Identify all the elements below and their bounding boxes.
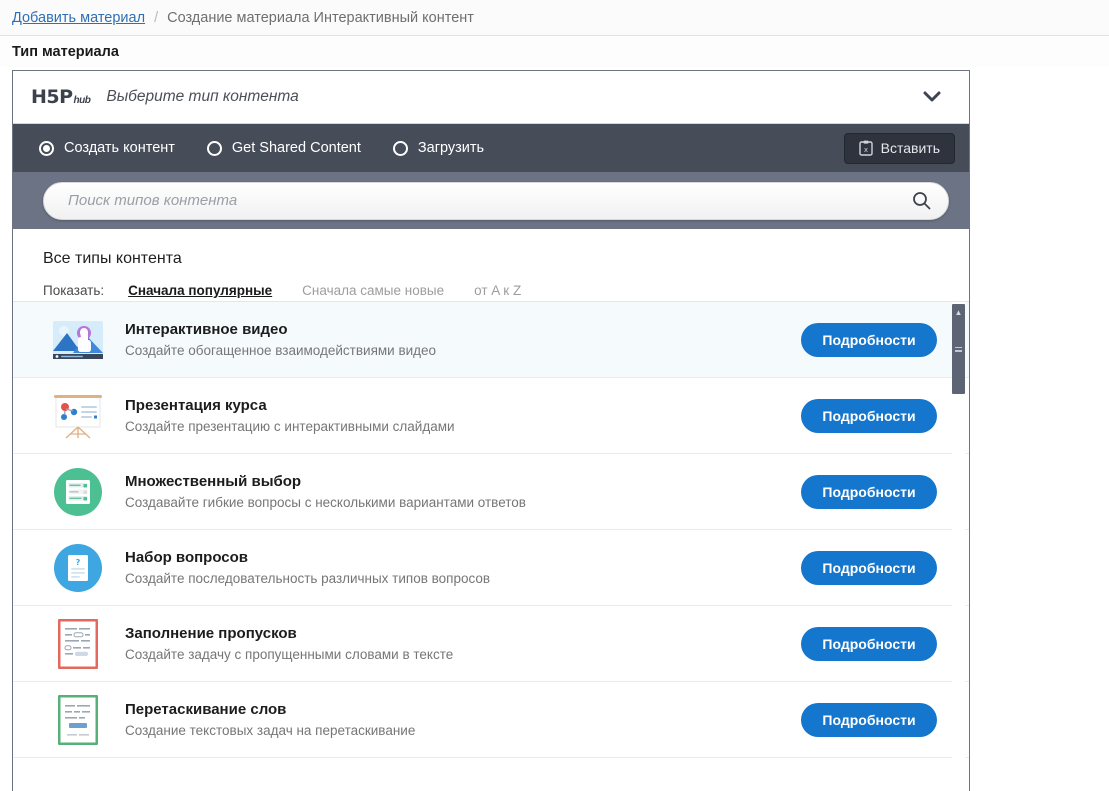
list-item-title: Заполнение пропусков [125,625,297,642]
list-item[interactable]: Перетаскивание слов Создание текстовых з… [13,682,969,758]
content-type-browser: Все типы контента Показать: Сначала попу… [13,229,969,791]
scrollbar-grip-icon [955,345,962,354]
list-item-description: Создайте последовательность различных ти… [125,571,491,586]
breadcrumb-link-add-material[interactable]: Добавить материал [12,10,145,26]
sort-option-a-to-z[interactable]: от A к Z [474,283,521,298]
details-button[interactable]: Подробности [801,474,937,509]
breadcrumb-current: Создание материала Интерактивный контент [167,9,474,26]
svg-text:x: x [864,146,868,154]
question-set-icon: ? [51,541,105,595]
chevron-up-icon: ▲ [954,308,963,317]
list-item-text: Презентация курса Создайте презентацию с… [125,397,801,434]
list-item-title: Презентация курса [125,397,267,414]
list-item[interactable]: Множественный выбор Создавайте гибкие во… [13,454,969,530]
h5p-toolbar: Создать контент Get Shared Content Загру… [13,124,969,172]
h5p-hub-panel: H5P hub Выберите тип контента Создать кон… [12,70,970,791]
list-item-text: Заполнение пропусков Создайте задачу с п… [125,625,801,662]
h5p-header-title: Выберите тип контента [106,88,299,105]
scrollbar-thumb[interactable]: ▲ [952,304,965,394]
radio-indicator-icon [206,140,222,156]
details-button[interactable]: Подробности [801,626,937,661]
paste-button[interactable]: x Вставить [843,132,955,164]
radio-create-content-label: Создать контент [64,140,175,156]
list-item[interactable]: Презентация курса Создайте презентацию с… [13,378,969,454]
list-item[interactable]: Интерактивное видео Создайте обогащенное… [13,302,969,378]
breadcrumb-separator: / [154,9,159,26]
content-type-list: Интерактивное видео Создайте обогащенное… [13,301,969,791]
search-input[interactable] [66,191,910,210]
sort-option-newest[interactable]: Сначала самые новые [302,283,444,298]
sort-controls: Показать: Сначала популярные Сначала сам… [13,268,969,298]
course-presentation-icon [51,389,105,443]
list-item-description: Создание текстовых задач на перетаскиван… [125,723,416,738]
multiple-choice-icon [51,465,105,519]
details-button[interactable]: Подробности [801,322,937,357]
list-item[interactable]: Заполнение пропусков Создайте задачу с п… [13,606,969,682]
drag-the-words-icon [51,693,105,747]
chevron-down-icon[interactable] [921,86,943,108]
sort-option-popular[interactable]: Сначала популярные [128,283,272,298]
section-title: Все типы контента [43,250,182,267]
radio-get-shared-content[interactable]: Get Shared Content [206,140,361,156]
svg-text:?: ? [76,558,81,567]
details-button[interactable]: Подробности [801,398,937,433]
list-item-title: Перетаскивание слов [125,701,287,718]
search-box[interactable] [43,181,949,220]
search-icon[interactable] [910,190,932,212]
list-item-title: Интерактивное видео [125,321,288,338]
list-item-description: Создавайте гибкие вопросы с несколькими … [125,495,526,510]
list-scrollbar[interactable]: ▲ [952,302,965,791]
h5p-logo-sub: hub [73,95,91,106]
radio-upload[interactable]: Загрузить [392,140,485,156]
search-band [13,172,969,229]
list-item-text: Интерактивное видео Создайте обогащенное… [125,321,801,358]
list-item-description: Создайте презентацию с интерактивными сл… [125,419,455,434]
content-source-radio-group: Создать контент Get Shared Content Загру… [39,140,844,156]
list-item-description: Создайте задачу с пропущенными словами в… [125,647,454,662]
list-item[interactable]: ? Набор вопросов Создайте последовательн… [13,530,969,606]
interactive-video-icon [51,313,105,367]
h5p-logo-main: H5P [31,86,73,108]
clipboard-icon: x [858,140,873,156]
radio-create-content[interactable]: Создать контент [39,140,175,156]
radio-get-shared-content-label: Get Shared Content [231,140,361,156]
page-title: Тип материала [0,36,1109,67]
list-item-title: Набор вопросов [125,549,249,566]
paste-button-label: Вставить [880,140,940,156]
details-button[interactable]: Подробности [801,702,937,737]
list-item-title: Множественный выбор [125,473,302,490]
radio-indicator-icon [392,140,408,156]
list-item-text: Множественный выбор Создавайте гибкие во… [125,473,801,510]
details-button[interactable]: Подробности [801,550,937,585]
list-item-text: Набор вопросов Создайте последовательнос… [125,549,801,586]
breadcrumb: Добавить материал / Создание материала И… [0,0,1109,36]
sort-label: Показать: [43,283,105,298]
list-item-description: Создайте обогащенное взаимодействиями ви… [125,343,437,358]
fill-in-the-blanks-icon [51,617,105,671]
h5p-hub-header: H5P hub Выберите тип контента [13,71,969,124]
h5p-hub-logo: H5P hub [31,86,91,108]
radio-indicator-icon [39,140,54,156]
list-item-text: Перетаскивание слов Создание текстовых з… [125,701,801,738]
radio-upload-label: Загрузить [417,140,485,156]
